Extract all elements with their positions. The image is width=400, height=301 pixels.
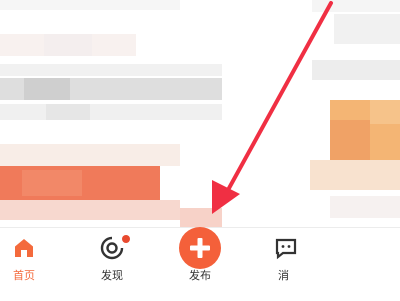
pixelated-content — [0, 0, 400, 227]
tab-discover[interactable]: 发现 — [84, 228, 140, 301]
blurred-block — [0, 104, 222, 120]
blurred-block — [310, 160, 400, 190]
blurred-block — [330, 120, 370, 164]
blurred-block — [0, 144, 180, 166]
blurred-block — [330, 196, 400, 218]
notification-dot — [122, 235, 130, 243]
tab-messages-label: 消 — [278, 269, 289, 282]
blurred-block — [312, 60, 400, 80]
blurred-block — [334, 14, 400, 44]
discover-icon — [100, 236, 124, 264]
blurred-block — [180, 208, 222, 227]
plus-icon — [179, 227, 221, 273]
blurred-block — [46, 104, 90, 120]
tab-home[interactable]: 首页 — [0, 228, 48, 301]
blurred-block — [44, 34, 92, 56]
blurred-block — [0, 0, 180, 10]
tab-publish-label: 发布 — [189, 269, 211, 282]
blurred-block — [22, 170, 82, 196]
blurred-block — [370, 100, 400, 124]
home-icon — [12, 236, 36, 264]
tab-home-label: 首页 — [13, 269, 35, 282]
message-icon — [274, 236, 298, 264]
tab-publish[interactable]: 发布 — [172, 227, 228, 301]
blurred-block — [0, 64, 222, 76]
tab-messages[interactable]: 消 — [268, 228, 298, 301]
blurred-block — [312, 0, 400, 12]
bottom-tab-bar: 首页 发现 发布 消 — [0, 227, 400, 301]
blurred-block — [24, 78, 70, 100]
tab-discover-label: 发现 — [101, 269, 123, 282]
blurred-block — [0, 200, 180, 220]
